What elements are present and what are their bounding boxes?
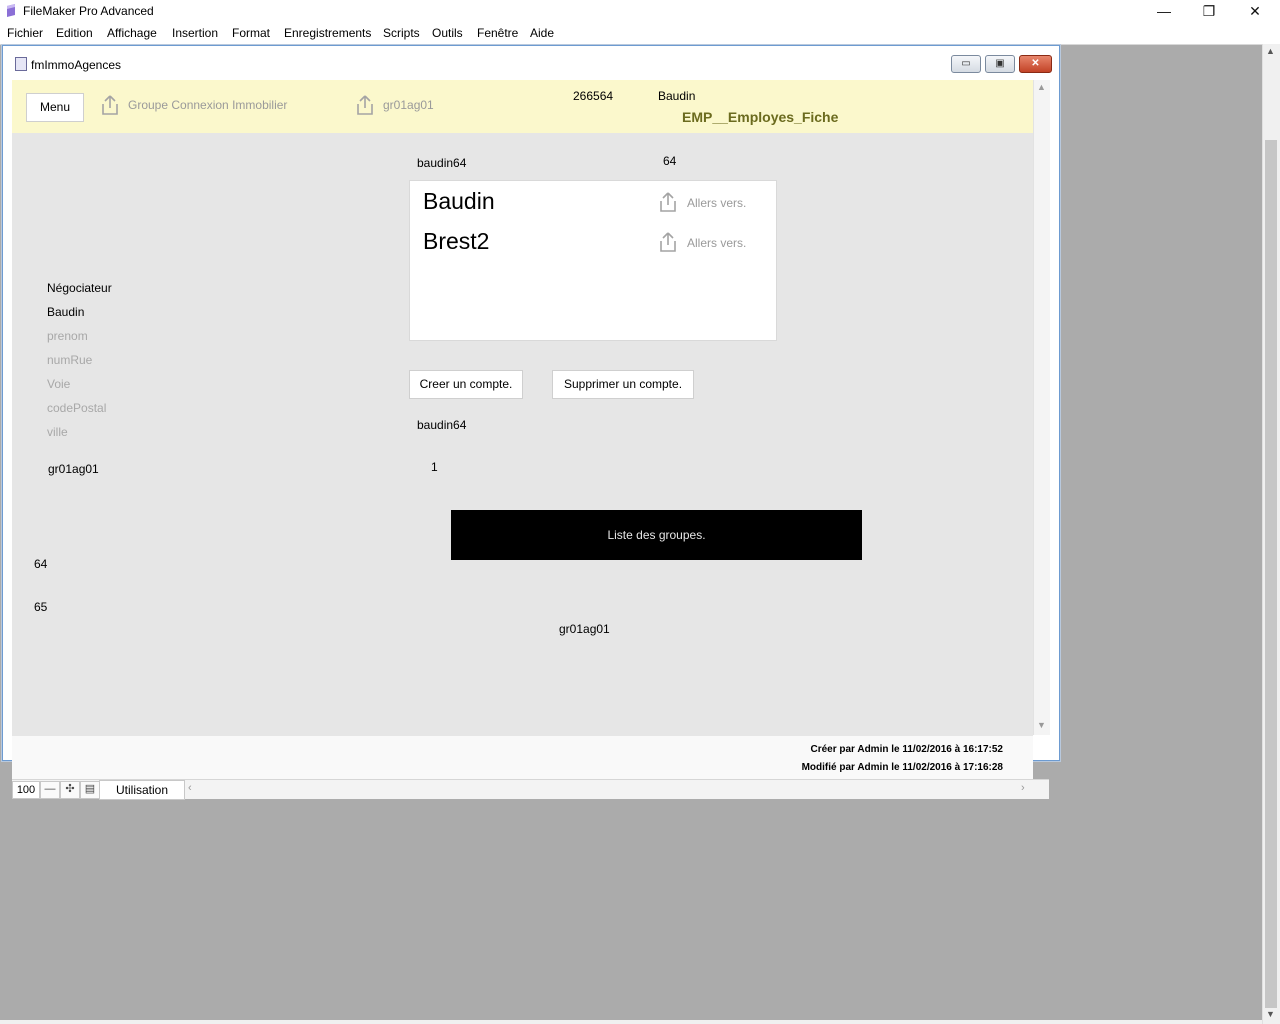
main-vertical-scrollbar[interactable]: ▲ ▼ [1262, 44, 1280, 1024]
count-field[interactable]: 1 [431, 460, 438, 474]
upload-icon[interactable] [101, 95, 119, 115]
menu-aide[interactable]: Aide [530, 26, 554, 40]
codepostal-field[interactable]: codePostal [47, 401, 106, 415]
login-bottom-field[interactable]: baudin64 [417, 418, 466, 432]
mode-selector[interactable]: Utilisation [99, 780, 185, 800]
menu-fichier[interactable]: Fichier [7, 26, 43, 40]
doc-minimize-button[interactable]: ▭ [951, 55, 981, 73]
bottom-strip [0, 1020, 1262, 1024]
app-minimize-button[interactable]: — [1141, 0, 1187, 22]
zoom-in-icon[interactable]: ✣ [60, 781, 80, 799]
menu-button[interactable]: Menu [26, 93, 84, 122]
doc-close-button[interactable]: ✕ [1019, 55, 1052, 73]
layout-name: EMP__Employes_Fiche [682, 109, 839, 125]
modified-info: Modifié par Admin le 11/02/2016 à 17:16:… [801, 762, 1003, 773]
menu-format[interactable]: Format [232, 26, 270, 40]
scroll-down-icon[interactable]: ▼ [1266, 1009, 1275, 1019]
ville-field[interactable]: ville [47, 425, 68, 439]
scroll-up-icon[interactable]: ▲ [1266, 46, 1275, 56]
menu-enregistrements[interactable]: Enregistrements [284, 26, 371, 40]
prenom-field[interactable]: prenom [47, 329, 88, 343]
menu-edition[interactable]: Edition [56, 26, 93, 40]
upload-icon[interactable] [356, 95, 374, 115]
chevron-up-icon[interactable]: ▲ [1037, 82, 1046, 92]
portal-row-name: Baudin [423, 188, 495, 214]
chevron-down-icon[interactable]: ▼ [1037, 720, 1046, 730]
portal-card: Baudin Allers vers. Brest2 Allers vers. [409, 180, 777, 341]
voie-field[interactable]: Voie [47, 377, 70, 391]
toolbar-toggle-icon[interactable]: ▤ [80, 781, 100, 799]
footer-band: Créer par Admin le 11/02/2016 à 16:17:52… [12, 735, 1033, 780]
record-id: 266564 [573, 89, 614, 103]
upload-icon[interactable] [659, 232, 677, 252]
group-code-field[interactable]: gr01ag01 [48, 462, 99, 476]
header-band: Menu Groupe Connexion Immobilier gr01ag0… [12, 80, 1033, 133]
zoom-out-icon[interactable]: — [40, 781, 60, 799]
created-info: Créer par Admin le 11/02/2016 à 16:17:52 [810, 744, 1003, 755]
app-restore-button[interactable]: ❐ [1186, 0, 1232, 22]
document-icon [15, 57, 27, 71]
layout-vertical-scrollbar[interactable]: ▲ ▼ [1033, 80, 1050, 735]
document-titlebar: fmImmoAgences ▭ ▣ ✕ [3, 46, 1059, 80]
menu-fenetre[interactable]: Fenêtre [477, 26, 518, 40]
scroll-right-icon[interactable]: › [1021, 782, 1025, 794]
number-field-b[interactable]: 65 [34, 600, 47, 614]
group-link[interactable]: Groupe Connexion Immobilier [128, 98, 287, 112]
status-bar: 100 — ✣ ▤ Utilisation ‹ › [12, 779, 1049, 800]
portal-row-name: Brest2 [423, 228, 490, 254]
number-field-a[interactable]: 64 [34, 557, 47, 571]
doc-restore-button[interactable]: ▣ [985, 55, 1015, 73]
menu-scripts[interactable]: Scripts [383, 26, 420, 40]
menu-outils[interactable]: Outils [432, 26, 463, 40]
app-title: FileMaker Pro Advanced [23, 4, 154, 18]
layout-area: Menu Groupe Connexion Immobilier gr01ag0… [12, 80, 1033, 735]
app-close-button[interactable]: ✕ [1232, 0, 1278, 22]
zoom-level[interactable]: 100 [12, 781, 40, 799]
document-title: fmImmoAgences [31, 58, 122, 72]
groups-list-button[interactable]: Liste des groupes. [451, 510, 862, 560]
allers-vers-link[interactable]: Allers vers. [687, 196, 746, 210]
login-top-field[interactable]: baudin64 [417, 156, 466, 170]
menu-insertion[interactable]: Insertion [172, 26, 218, 40]
user-name: Baudin [658, 89, 696, 103]
create-account-button[interactable]: Creer un compte. [409, 370, 523, 399]
menubar: Fichier Edition Affichage Insertion Form… [0, 22, 1280, 45]
role-field[interactable]: Négociateur [47, 281, 112, 295]
scroll-left-icon[interactable]: ‹ [188, 782, 192, 794]
number-top-field[interactable]: 64 [663, 154, 676, 168]
app-titlebar: FileMaker Pro Advanced — ❐ ✕ [0, 0, 1280, 22]
document-window: fmImmoAgences ▭ ▣ ✕ Menu Groupe Connexio… [2, 45, 1060, 800]
group-code-link[interactable]: gr01ag01 [383, 98, 434, 112]
allers-vers-link[interactable]: Allers vers. [687, 236, 746, 250]
delete-account-button[interactable]: Supprimer un compte. [552, 370, 694, 399]
nom-field[interactable]: Baudin [47, 305, 84, 319]
upload-icon[interactable] [659, 192, 677, 212]
numrue-field[interactable]: numRue [47, 353, 92, 367]
filemaker-logo-icon [7, 4, 15, 17]
scrollbar-thumb[interactable] [1265, 140, 1277, 1008]
bottom-group-code[interactable]: gr01ag01 [559, 622, 610, 636]
menu-affichage[interactable]: Affichage [107, 26, 157, 40]
